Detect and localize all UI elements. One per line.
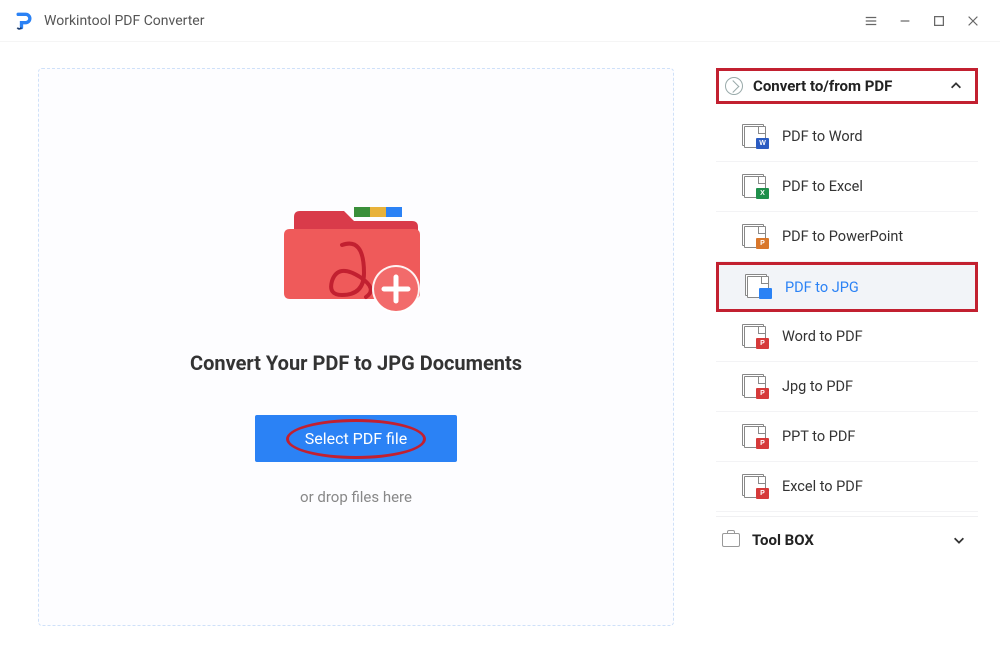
chevron-down-icon: [952, 533, 966, 547]
sidebar-item-label: Excel to PDF: [782, 478, 863, 495]
file-icon: P: [744, 376, 766, 398]
sidebar-item-label: PDF to JPG: [785, 279, 859, 296]
section-header-toolbox[interactable]: Tool BOX: [716, 516, 978, 563]
sidebar-item-ppt-to-pdf[interactable]: P PPT to PDF: [716, 412, 978, 462]
app-title: Workintool PDF Converter: [44, 13, 204, 29]
minimize-button[interactable]: [888, 5, 922, 37]
sidebar-item-label: PPT to PDF: [782, 428, 855, 445]
folder-illustration-icon: [276, 189, 436, 319]
drop-hint-text: or drop files here: [300, 488, 412, 506]
file-icon: P: [744, 426, 766, 448]
toolbox-icon: [722, 533, 740, 547]
section-title: Convert to/from PDF: [753, 77, 892, 95]
select-pdf-button-label: Select PDF file: [305, 429, 408, 448]
sidebar-item-label: Word to PDF: [782, 328, 863, 345]
section-header-convert[interactable]: Convert to/from PDF: [716, 68, 978, 104]
select-pdf-button[interactable]: Select PDF file: [255, 415, 458, 462]
maximize-button[interactable]: [922, 5, 956, 37]
toolbox-title: Tool BOX: [752, 531, 814, 549]
titlebar: Workintool PDF Converter: [0, 0, 1000, 42]
sidebar-item-label: PDF to PowerPoint: [782, 228, 903, 245]
conversion-menu: W PDF to Word X PDF to Excel P PDF to PowerPo…: [716, 112, 978, 512]
file-icon: P: [744, 476, 766, 498]
file-icon: P: [744, 226, 766, 248]
chevron-up-icon: [949, 79, 963, 93]
app-logo-icon: [14, 11, 34, 31]
sidebar-item-pdf-to-excel[interactable]: X PDF to Excel: [716, 162, 978, 212]
drop-zone[interactable]: Convert Your PDF to JPG Documents Select…: [38, 68, 674, 626]
close-button[interactable]: [956, 5, 990, 37]
sidebar-item-pdf-to-word[interactable]: W PDF to Word: [716, 112, 978, 162]
sidebar-item-label: PDF to Excel: [782, 178, 863, 195]
convert-icon: [725, 77, 743, 95]
sidebar-item-pdf-to-jpg[interactable]: PDF to JPG: [716, 262, 978, 312]
main-heading: Convert Your PDF to JPG Documents: [190, 351, 522, 375]
sidebar-item-pdf-to-powerpoint[interactable]: P PDF to PowerPoint: [716, 212, 978, 262]
file-icon: P: [744, 326, 766, 348]
sidebar-item-word-to-pdf[interactable]: P Word to PDF: [716, 312, 978, 362]
sidebar-item-label: Jpg to PDF: [782, 378, 853, 395]
file-icon: X: [744, 176, 766, 198]
file-icon: [747, 276, 769, 298]
menu-button[interactable]: [854, 5, 888, 37]
file-icon: W: [744, 126, 766, 148]
sidebar-item-excel-to-pdf[interactable]: P Excel to PDF: [716, 462, 978, 512]
sidebar-item-label: PDF to Word: [782, 128, 863, 145]
sidebar: Convert to/from PDF W PDF to Word X PDF to …: [702, 42, 1000, 650]
sidebar-item-jpg-to-pdf[interactable]: P Jpg to PDF: [716, 362, 978, 412]
